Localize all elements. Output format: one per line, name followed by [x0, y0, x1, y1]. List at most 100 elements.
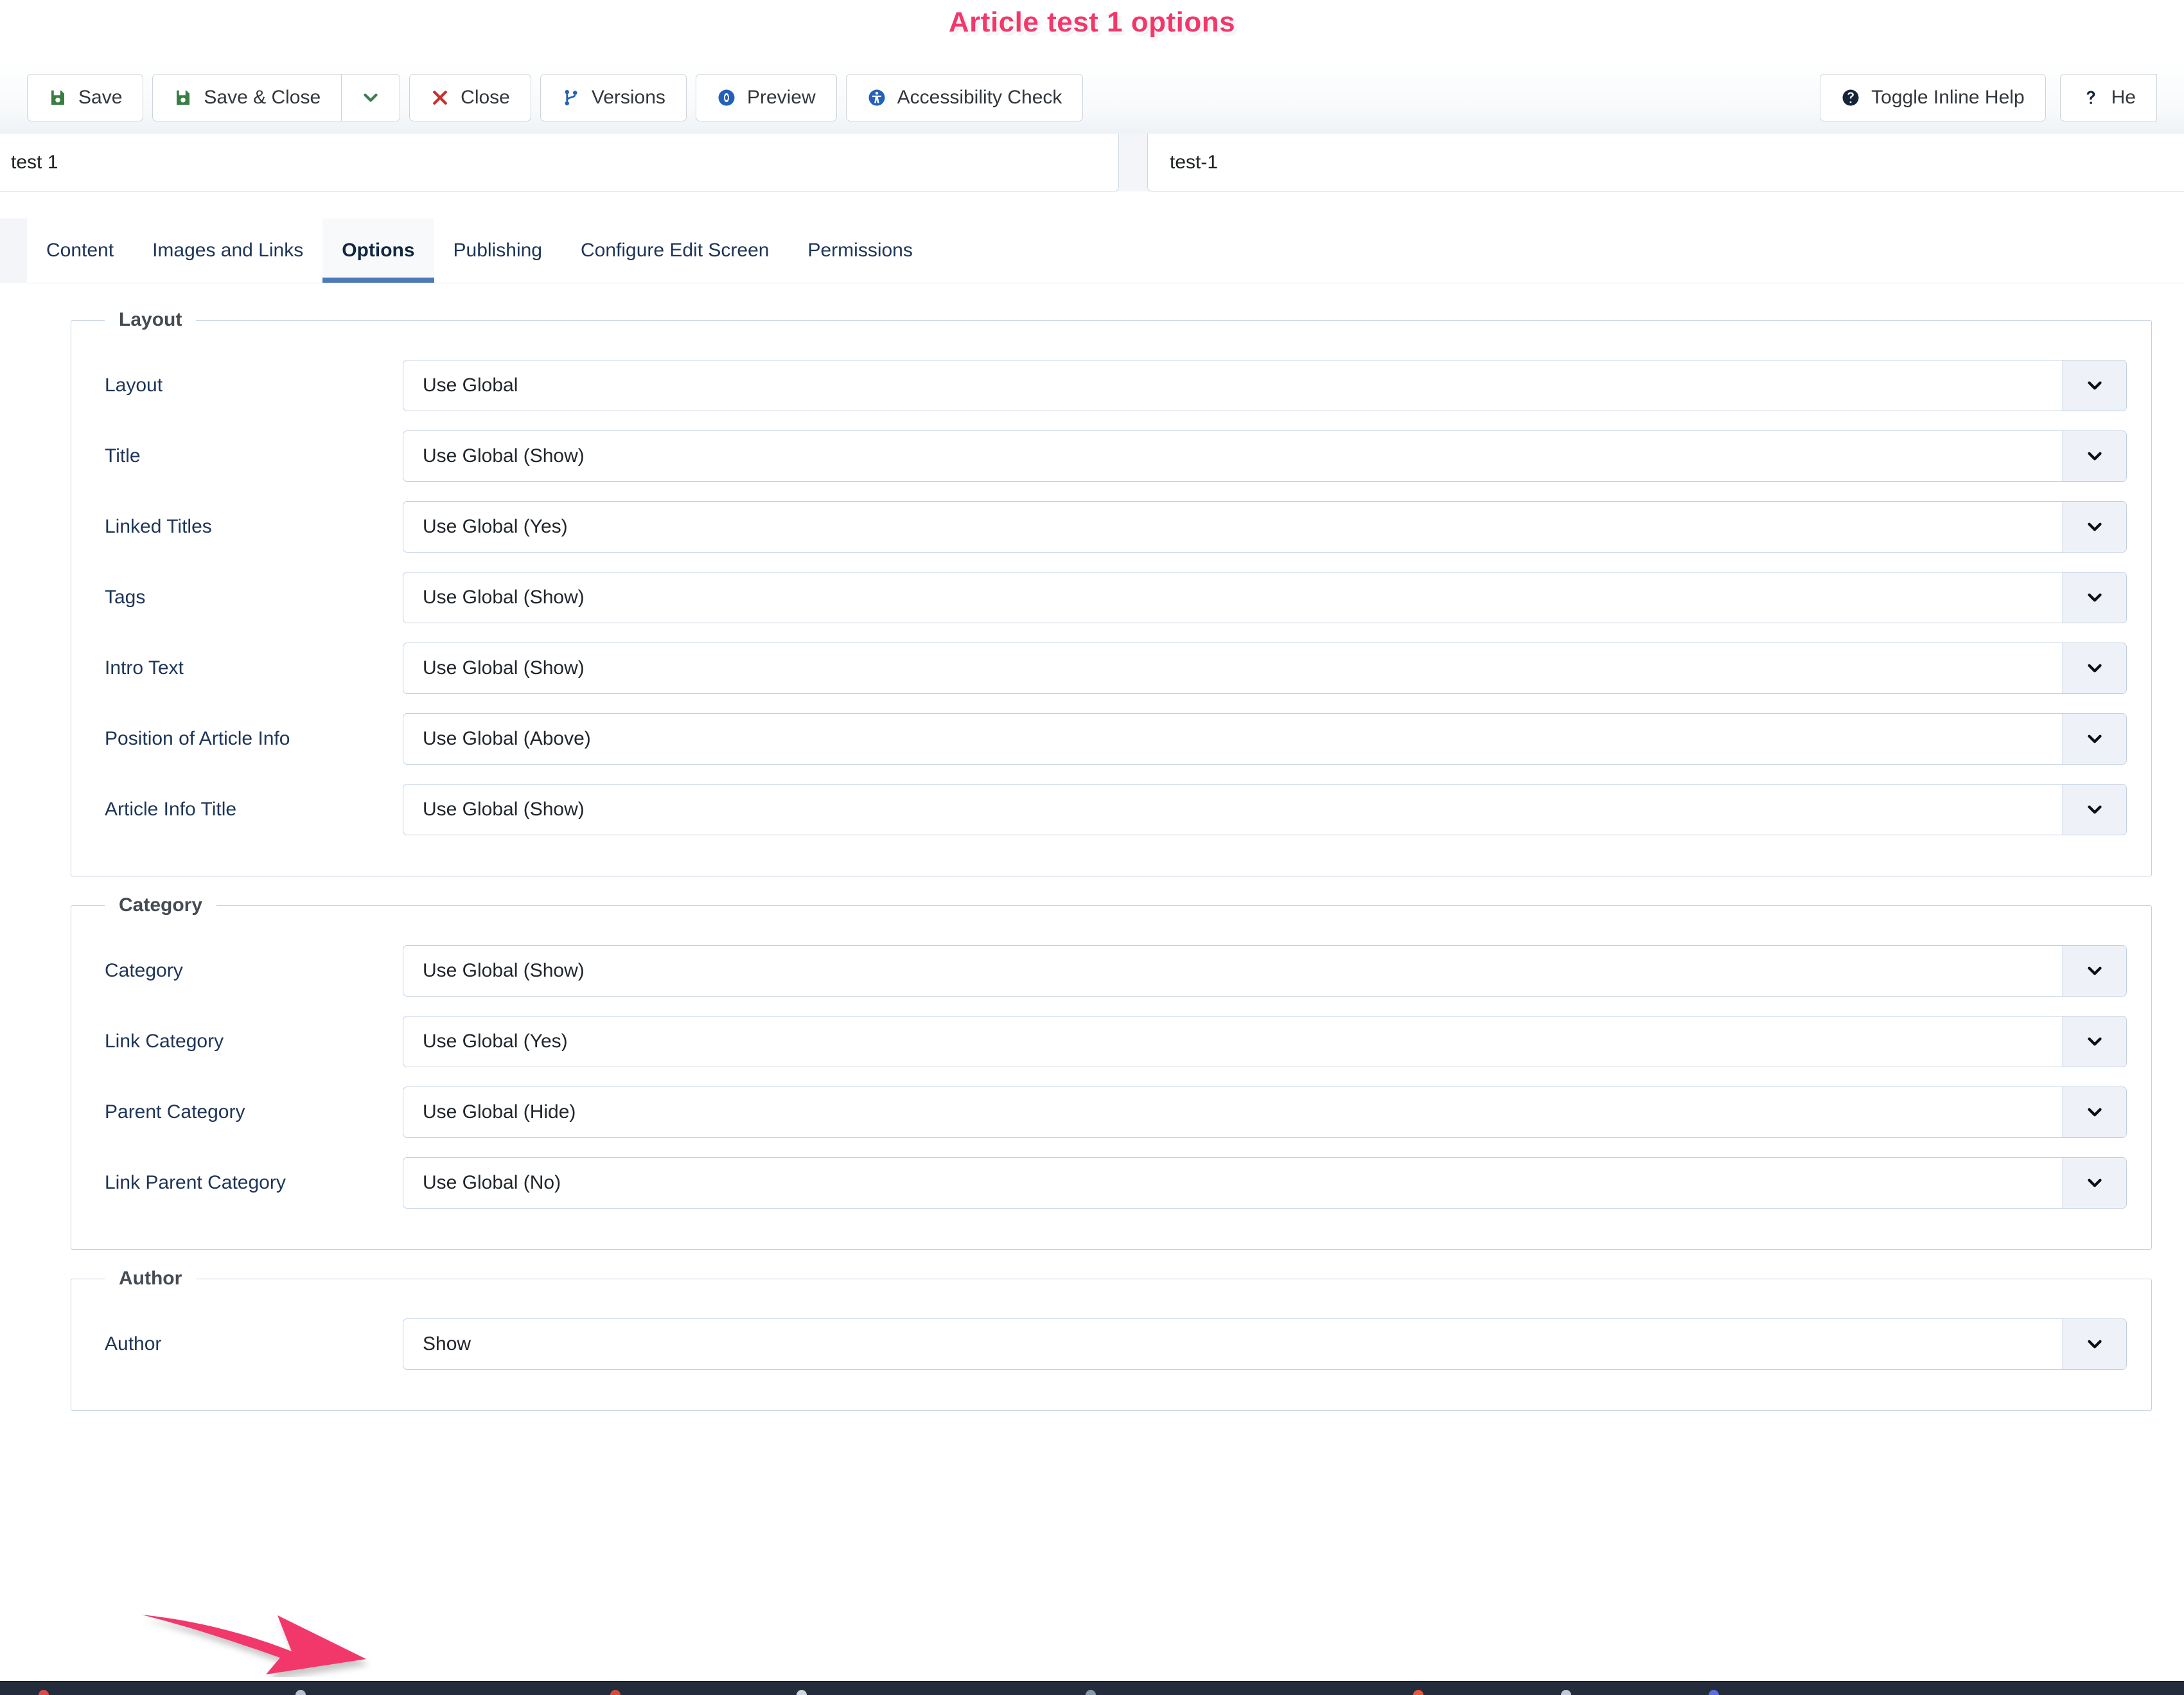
help-button-label: He [2111, 87, 2136, 108]
versions-button[interactable]: Versions [540, 74, 687, 121]
option-label-layout: Layout [105, 375, 163, 396]
tab-permissions[interactable]: Permissions [788, 218, 932, 283]
option-select-author[interactable]: Show [403, 1318, 2127, 1370]
options-panel: Layout Layout Use Global Title Use Global (S… [27, 283, 2184, 1681]
fieldset-author: Author Author Show [71, 1268, 2152, 1411]
option-label-link-category: Link Category [105, 1031, 224, 1052]
toolbar-left-group: Save Save & Close Close Versions Preview… [27, 74, 1084, 121]
option-select-intro-text[interactable]: Use Global (Show) [403, 643, 2127, 694]
option-select-value: Use Global (Show) [423, 587, 585, 608]
fieldset-legend-layout: Layout [119, 309, 182, 330]
option-select-value: Use Global (Yes) [423, 516, 568, 537]
option-row-layout-linked-titles: Linked Titles Use Global (Yes) [71, 492, 2151, 562]
save-and-close-button-label: Save & Close [204, 87, 321, 108]
annotation-title: Article test 1 options [948, 6, 1236, 38]
taskbar-icon-3[interactable] [610, 1690, 621, 1695]
option-select-category[interactable]: Use Global (Show) [403, 945, 2127, 997]
close-x-icon [430, 88, 450, 107]
tab-images-and-links[interactable]: Images and Links [133, 218, 323, 283]
os-taskbar[interactable] [0, 1681, 2184, 1695]
article-alias-input[interactable]: test-1 [1147, 134, 2184, 191]
taskbar-icon-8[interactable] [1709, 1690, 1719, 1695]
taskbar-icon-2[interactable] [295, 1690, 306, 1695]
taskbar-icon-4[interactable] [797, 1690, 807, 1695]
option-select-article-info-title[interactable]: Use Global (Show) [403, 784, 2127, 835]
option-label-position-of-article-info: Position of Article Info [105, 728, 290, 749]
tab-label: Publishing [453, 240, 542, 261]
option-label-tags: Tags [105, 587, 146, 608]
save-and-close-button[interactable]: Save & Close [153, 75, 342, 121]
chevron-down-icon [2062, 1016, 2126, 1067]
toggle-inline-help-button[interactable]: Toggle Inline Help [1820, 74, 2046, 121]
option-label-article-info-title: Article Info Title [105, 799, 237, 820]
save-button-label: Save [78, 87, 123, 108]
option-row-layout-tags: Tags Use Global (Show) [71, 562, 2151, 633]
option-label-category: Category [105, 960, 183, 981]
option-row-layout-position-of-article-info: Position of Article Info Use Global (Abov… [71, 704, 2151, 774]
taskbar-icon-6[interactable] [1413, 1690, 1423, 1695]
option-select-tags[interactable]: Use Global (Show) [403, 572, 2127, 623]
fieldset-legend-category: Category [119, 894, 203, 916]
option-select-layout[interactable]: Use Global [403, 360, 2127, 411]
option-select-link-parent-category[interactable]: Use Global (No) [403, 1157, 2127, 1209]
save-options-dropdown-button[interactable] [341, 75, 400, 121]
option-select-value: Use Global (Yes) [423, 1031, 568, 1052]
close-button[interactable]: Close [409, 74, 531, 121]
preview-button[interactable]: Preview [695, 74, 837, 121]
tab-label: Permissions [807, 240, 913, 261]
option-select-parent-category[interactable]: Use Global (Hide) [403, 1087, 2127, 1138]
tab-label: Content [46, 240, 114, 261]
option-row-layout-intro-text: Intro Text Use Global (Show) [71, 633, 2151, 704]
option-select-value: Use Global (No) [423, 1172, 561, 1193]
option-select-value: Use Global (Hide) [423, 1101, 576, 1123]
option-label-parent-category: Parent Category [105, 1101, 245, 1123]
versions-branch-icon [561, 88, 581, 107]
taskbar-icon-7[interactable] [1561, 1690, 1571, 1695]
option-select-link-category[interactable]: Use Global (Yes) [403, 1016, 2127, 1067]
tab-configure-edit-screen[interactable]: Configure Edit Screen [561, 218, 789, 283]
fieldset-category: Category Category Use Global (Show) Link Ca… [71, 894, 2152, 1250]
chevron-down-icon [2062, 785, 2126, 835]
option-select-value: Use Global (Show) [423, 799, 585, 820]
preview-eye-icon [717, 88, 736, 107]
chevron-down-icon [2062, 946, 2126, 996]
close-button-label: Close [461, 87, 510, 108]
accessibility-icon [867, 88, 886, 107]
chevron-down-icon [2062, 502, 2126, 552]
taskbar-icon-1[interactable] [39, 1690, 49, 1695]
option-label-title: Title [105, 445, 141, 466]
tab-bar-filler [931, 218, 2184, 283]
versions-button-label: Versions [591, 87, 665, 108]
option-row-category-link-category: Link Category Use Global (Yes) [71, 1006, 2151, 1077]
tab-label: Configure Edit Screen [580, 240, 770, 261]
save-button[interactable]: Save [27, 74, 144, 121]
option-row-layout-title: Title Use Global (Show) [71, 421, 2151, 492]
tab-options[interactable]: Options [322, 218, 434, 283]
option-label-author: Author [105, 1333, 162, 1354]
taskbar-icon-5[interactable] [1086, 1690, 1096, 1695]
editor-toolbar: Save Save & Close Close Versions Preview… [0, 62, 2184, 134]
help-button[interactable]: He [2059, 74, 2157, 121]
question-mark-icon [2081, 88, 2100, 107]
chevron-down-icon [2062, 431, 2126, 481]
article-title-input[interactable]: test 1 [0, 134, 1119, 191]
tab-label: Images and Links [152, 240, 304, 261]
tab-publishing[interactable]: Publishing [434, 218, 561, 283]
option-select-title[interactable]: Use Global (Show) [403, 430, 2127, 482]
option-select-position-of-article-info[interactable]: Use Global (Above) [403, 713, 2127, 765]
chevron-down-icon [2062, 360, 2126, 411]
option-select-value: Use Global [423, 375, 518, 396]
tab-list: Content Images and Links Options Publishing… [27, 218, 2184, 283]
option-select-linked-titles[interactable]: Use Global (Yes) [403, 501, 2127, 553]
accessibility-check-button[interactable]: Accessibility Check [845, 74, 1084, 121]
tab-content[interactable]: Content [27, 218, 134, 283]
option-row-author-author: Author Show [71, 1309, 2151, 1380]
option-row-category-parent-category: Parent Category Use Global (Hide) [71, 1077, 2151, 1148]
toggle-inline-help-label: Toggle Inline Help [1871, 87, 2025, 108]
option-select-value: Show [423, 1333, 471, 1354]
option-row-category-link-parent-category: Link Parent Category Use Global (No) [71, 1148, 2151, 1218]
fieldset-layout: Layout Layout Use Global Title Use Global (S… [71, 309, 2152, 876]
chevron-down-icon [2062, 1087, 2126, 1137]
chevron-down-icon [2062, 1319, 2126, 1369]
title-alias-row: test 1 test-1 [0, 134, 2184, 191]
